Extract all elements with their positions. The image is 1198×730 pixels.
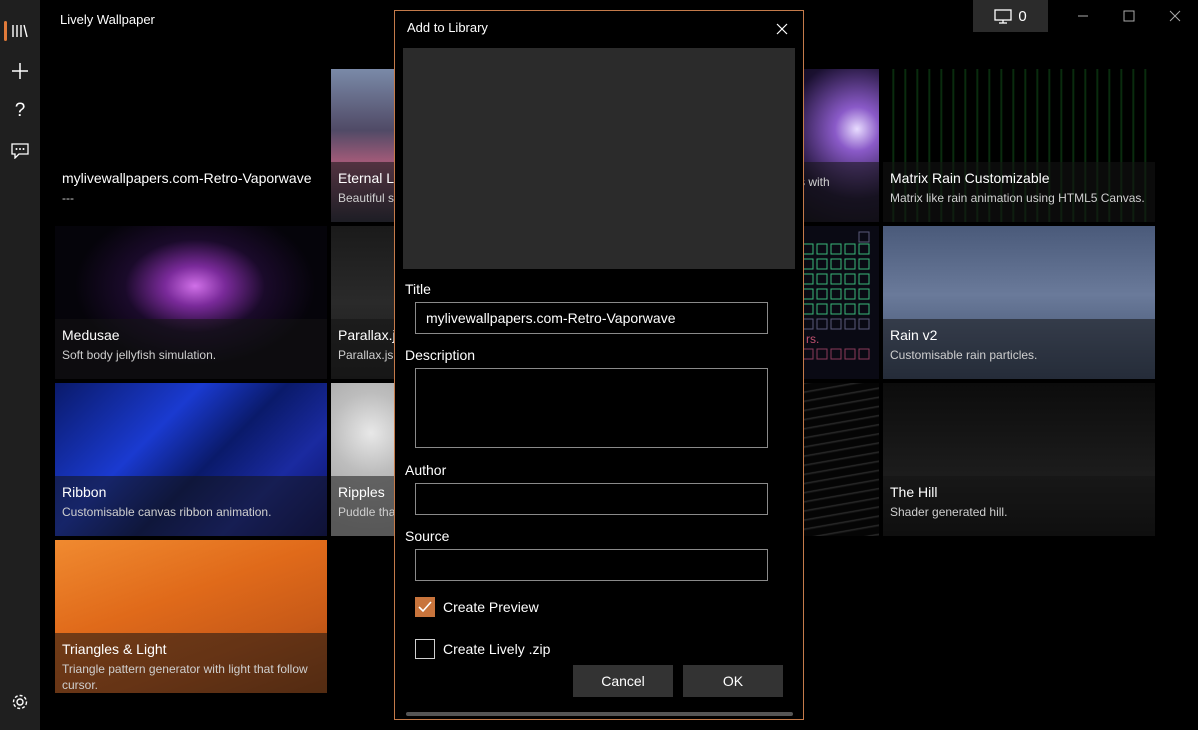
- settings-icon: [12, 694, 28, 710]
- sidebar: ?: [0, 0, 40, 730]
- tile-ribbon[interactable]: Ribbon Customisable canvas ribbon animat…: [55, 383, 327, 536]
- tile-title: Medusae: [62, 327, 120, 343]
- maximize-icon: [1123, 10, 1135, 22]
- tile-matrix-rain[interactable]: Matrix Rain Customizable Matrix like rai…: [883, 69, 1155, 222]
- help-button[interactable]: ?: [0, 91, 40, 131]
- tile-title: Matrix Rain Customizable: [890, 170, 1050, 186]
- create-preview-checkbox[interactable]: Create Preview: [415, 597, 539, 617]
- tile-desc: Shader generated hill.: [890, 505, 1008, 519]
- monitor-count: 0: [1018, 7, 1027, 25]
- wallpaper-preview: [403, 48, 795, 269]
- checkbox-unchecked[interactable]: [415, 639, 435, 659]
- tile-title: mylivewallpapers.com-Retro-Vaporwave: [62, 170, 312, 186]
- checkbox-checked[interactable]: [415, 597, 435, 617]
- add-to-library-dialog: Add to Library Title Description Author …: [394, 10, 804, 720]
- description-label: Description: [405, 347, 476, 363]
- minimize-button[interactable]: [1060, 0, 1106, 32]
- tile-title: Ribbon: [62, 484, 107, 500]
- tile-title: The Hill: [890, 484, 938, 500]
- checkmark-icon: [418, 601, 432, 613]
- title-field[interactable]: [415, 302, 768, 334]
- ok-button[interactable]: OK: [683, 665, 783, 697]
- description-field[interactable]: [415, 368, 768, 448]
- create-zip-checkbox[interactable]: Create Lively .zip: [415, 639, 550, 659]
- author-label: Author: [405, 462, 447, 478]
- author-field[interactable]: [415, 483, 768, 515]
- cancel-button[interactable]: Cancel: [573, 665, 673, 697]
- create-preview-label: Create Preview: [443, 599, 539, 615]
- monitor-select-button[interactable]: 0: [973, 0, 1048, 32]
- tile-desc: ---: [62, 191, 74, 205]
- minimize-icon: [1078, 15, 1088, 17]
- tile-title: Triangles & Light: [62, 641, 167, 657]
- add-wallpaper-button[interactable]: [0, 51, 40, 91]
- source-field[interactable]: [415, 549, 768, 581]
- dialog-close-button[interactable]: [770, 17, 794, 41]
- help-icon: ?: [14, 100, 26, 121]
- dialog-title: Add to Library: [407, 20, 488, 35]
- library-button[interactable]: [0, 11, 40, 51]
- tile-desc: Customisable canvas ribbon animation.: [62, 505, 272, 519]
- app-title: Lively Wallpaper: [60, 12, 155, 27]
- title-label: Title: [405, 281, 431, 297]
- tile-the-hill[interactable]: The Hill Shader generated hill.: [883, 383, 1155, 536]
- tile-triangles-light[interactable]: Triangles & Light Triangle pattern gener…: [55, 540, 327, 693]
- tile-retro-vaporwave[interactable]: mylivewallpapers.com-Retro-Vaporwave ---: [55, 69, 327, 222]
- horizontal-scrollbar[interactable]: [406, 712, 793, 716]
- close-icon: [776, 23, 788, 35]
- close-window-button[interactable]: [1152, 0, 1198, 32]
- tile-desc: Matrix like rain animation using HTML5 C…: [890, 191, 1145, 205]
- feedback-button[interactable]: [0, 131, 40, 171]
- tile-desc: Triangle pattern generator with light th…: [62, 662, 308, 692]
- tile-desc: Soft body jellyfish simulation.: [62, 348, 217, 362]
- create-zip-label: Create Lively .zip: [443, 641, 551, 657]
- library-icon: [12, 24, 28, 38]
- settings-button[interactable]: [0, 682, 40, 722]
- maximize-button[interactable]: [1106, 0, 1152, 32]
- close-icon: [1169, 10, 1181, 22]
- add-icon: [12, 63, 28, 79]
- tile-desc: Customisable rain particles.: [890, 348, 1038, 362]
- feedback-icon: [11, 143, 29, 159]
- source-label: Source: [405, 528, 450, 544]
- monitor-icon: [994, 8, 1012, 24]
- tile-medusae[interactable]: Medusae Soft body jellyfish simulation.: [55, 226, 327, 379]
- tile-rain-v2[interactable]: Rain v2 Customisable rain particles.: [883, 226, 1155, 379]
- tile-title: Rain v2: [890, 327, 938, 343]
